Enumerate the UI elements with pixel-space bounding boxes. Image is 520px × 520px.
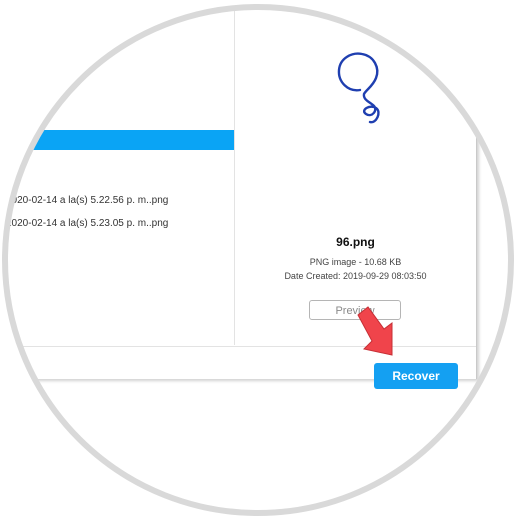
file-type-size: PNG image - 10.68 KB xyxy=(309,257,402,267)
file-list-item[interactable]: 2020-02-14 a la(s) 5.22.56 p. m..png xyxy=(6,195,168,206)
app-window: 2020-02-14 a la(s) 5.22.56 p. m..png 202… xyxy=(0,0,477,379)
file-list-pane: 2020-02-14 a la(s) 5.22.56 p. m..png 202… xyxy=(0,0,234,345)
file-detail-pane: 96.png PNG image - 10.68 KB Date Created… xyxy=(235,0,476,345)
selected-list-row[interactable] xyxy=(0,130,234,150)
file-list-item[interactable]: 2020-02-14 a la(s) 5.23.05 p. m..png xyxy=(6,218,168,229)
red-arrow-icon xyxy=(357,306,393,356)
scribble-balloon-icon xyxy=(337,52,380,124)
file-name: 96.png xyxy=(336,235,375,249)
screenshot-stage: 2020-02-14 a la(s) 5.22.56 p. m..png 202… xyxy=(0,0,520,520)
file-date-created: Date Created: 2019-09-29 08:03:50 xyxy=(284,271,427,281)
recover-button[interactable]: Recover xyxy=(374,363,458,389)
